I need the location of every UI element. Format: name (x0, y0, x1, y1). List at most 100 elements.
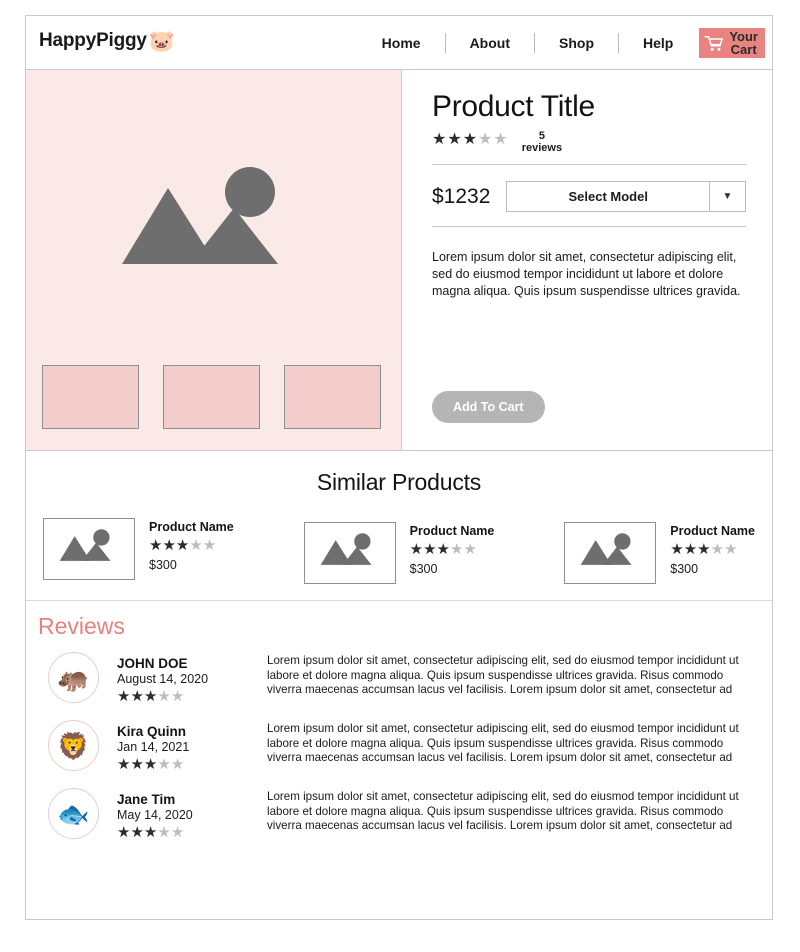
nav-item-home[interactable]: Home (358, 35, 445, 51)
pig-face-icon: 🐷 (148, 29, 175, 53)
product-section: Product Title ★ ★ ★ ★ ★ 5 reviews $1232 (26, 70, 772, 451)
image-placeholder-icon (320, 533, 372, 565)
thumbnail-3[interactable] (284, 365, 381, 429)
review-meta: Jane Tim May 14, 2020 ★★★★★ (117, 788, 267, 842)
thumbnail-strip (42, 365, 381, 429)
lion-avatar-icon: 🦁 (48, 720, 99, 771)
review-count-number: 5 (538, 130, 545, 142)
star-empty: ★ (724, 541, 738, 558)
star-empty: ★ (157, 824, 171, 841)
star-filled: ★ (462, 131, 478, 148)
model-select[interactable]: Select Model ▼ (506, 181, 746, 212)
purchase-row: $1232 Select Model ▼ (432, 181, 746, 212)
image-placeholder-icon[interactable] (122, 160, 302, 295)
star-filled: ★ (683, 541, 698, 558)
star-filled: ★ (130, 688, 144, 705)
similar-product-name: Product Name (670, 524, 755, 538)
page-frame: HappyPiggy 🐷 Home About Shop Help Your C… (25, 15, 773, 920)
nav-item-shop[interactable]: Shop (535, 35, 618, 51)
chevron-down-icon[interactable]: ▼ (709, 182, 745, 211)
star-filled: ★ (117, 688, 131, 705)
review-item: 🐟 Jane Tim May 14, 2020 ★★★★★ Lorem ipsu… (26, 788, 772, 842)
star-filled: ★ (175, 537, 190, 554)
your-cart-button[interactable]: Your Cart (699, 28, 765, 58)
similar-product-price: $300 (149, 558, 177, 572)
review-date: Jan 14, 2021 (117, 740, 190, 754)
review-body: Lorem ipsum dolor sit amet, consectetur … (267, 654, 739, 696)
reviewer-name: JOHN DOE (117, 656, 188, 671)
add-to-cart-button[interactable]: Add To Cart (432, 391, 545, 423)
review-count-label: reviews (521, 142, 563, 154)
thumbnail-1[interactable] (42, 365, 139, 429)
review-meta: JOHN DOE August 14, 2020 ★★★★★ (117, 652, 267, 706)
star-filled: ★ (423, 541, 437, 558)
similar-product-thumbnail[interactable] (303, 522, 396, 584)
similar-product-card[interactable]: Product Name ★★★★★ $300 (303, 522, 495, 584)
product-description: Lorem ipsum dolor sit amet, consectetur … (432, 250, 741, 298)
product-gallery (26, 70, 402, 450)
reviewer-name: Kira Quinn (117, 724, 187, 739)
similar-product-price: $300 (409, 562, 438, 576)
review-star-rating: ★★★★★ (117, 824, 267, 842)
star-empty: ★ (170, 688, 185, 705)
similar-product-thumbnail[interactable] (564, 522, 657, 584)
reviews-title: Reviews (38, 613, 125, 639)
similar-product-card[interactable]: Product Name ★★★★★ $300 (564, 522, 755, 584)
thumbnail-2[interactable] (163, 365, 260, 429)
star-empty: ★ (170, 756, 185, 773)
similar-products-title: Similar Products (316, 469, 482, 495)
star-empty: ★ (202, 537, 217, 554)
similar-product-rating: ★★★★★ (410, 542, 495, 558)
review-date: August 14, 2020 (117, 672, 209, 686)
review-star-rating: ★★★★★ (117, 756, 267, 774)
similar-product-thumbnail[interactable] (43, 518, 135, 580)
similar-products-section: Similar Products Product Name ★★★★★ $300 (26, 451, 772, 601)
review-item: 🦛 JOHN DOE August 14, 2020 ★★★★★ Lorem i… (26, 652, 772, 706)
star-empty: ★ (189, 537, 203, 554)
review-date: May 14, 2020 (117, 808, 193, 822)
star-filled: ★ (162, 537, 176, 554)
star-filled: ★ (143, 756, 158, 773)
review-count[interactable]: 5 reviews (522, 130, 562, 154)
star-filled: ★ (117, 756, 131, 773)
similar-product-price: $300 (670, 562, 699, 576)
review-body: Lorem ipsum dolor sit amet, consectetur … (267, 722, 739, 764)
similar-product-info: Product Name ★★★★★ $300 (410, 522, 495, 576)
product-price: $1232 (432, 184, 491, 208)
star-filled: ★ (436, 541, 450, 558)
similar-product-rating: ★★★★★ (670, 542, 755, 558)
divider-bottom (432, 226, 746, 227)
nav-item-help[interactable]: Help (619, 35, 697, 51)
fish-avatar-icon: 🐟 (48, 788, 99, 839)
star-empty: ★ (449, 541, 464, 558)
site-logo[interactable]: HappyPiggy 🐷 (39, 30, 175, 52)
star-filled: ★ (143, 688, 158, 705)
star-filled: ★ (149, 537, 163, 554)
star-filled: ★ (130, 756, 144, 773)
product-star-rating: ★ ★ ★ ★ ★ (432, 132, 508, 148)
site-header: HappyPiggy 🐷 Home About Shop Help Your C… (26, 16, 772, 70)
review-item: 🦁 Kira Quinn Jan 14, 2021 ★★★★★ Lorem ip… (26, 720, 772, 774)
star-empty: ★ (157, 688, 171, 705)
review-body: Lorem ipsum dolor sit amet, consectetur … (267, 790, 739, 832)
star-filled: ★ (143, 824, 158, 841)
review-star-rating: ★★★★★ (117, 688, 267, 706)
reviewer-name: Jane Tim (117, 792, 176, 807)
main-navigation: Home About Shop Help Your Cart (358, 16, 768, 70)
similar-product-info: Product Name ★★★★★ $300 (670, 522, 755, 576)
cart-label: Your Cart (729, 30, 758, 56)
product-details: Product Title ★ ★ ★ ★ ★ 5 reviews $1232 (402, 70, 772, 450)
star-empty: ★ (157, 756, 171, 773)
hippo-avatar-icon: 🦛 (48, 652, 99, 703)
product-rating-row: ★ ★ ★ ★ ★ 5 reviews (432, 130, 746, 154)
image-placeholder-icon (59, 529, 111, 561)
cart-label-line2: Cart (730, 42, 757, 57)
star-filled: ★ (697, 541, 711, 558)
similar-product-card[interactable]: Product Name ★★★★★ $300 (43, 518, 234, 584)
logo-text: HappyPiggy (39, 30, 147, 51)
star-empty: ★ (493, 131, 508, 148)
similar-product-name: Product Name (409, 524, 495, 538)
review-meta: Kira Quinn Jan 14, 2021 ★★★★★ (117, 720, 267, 774)
nav-item-about[interactable]: About (446, 35, 534, 51)
similar-product-info: Product Name ★★★★★ $300 (149, 518, 234, 572)
